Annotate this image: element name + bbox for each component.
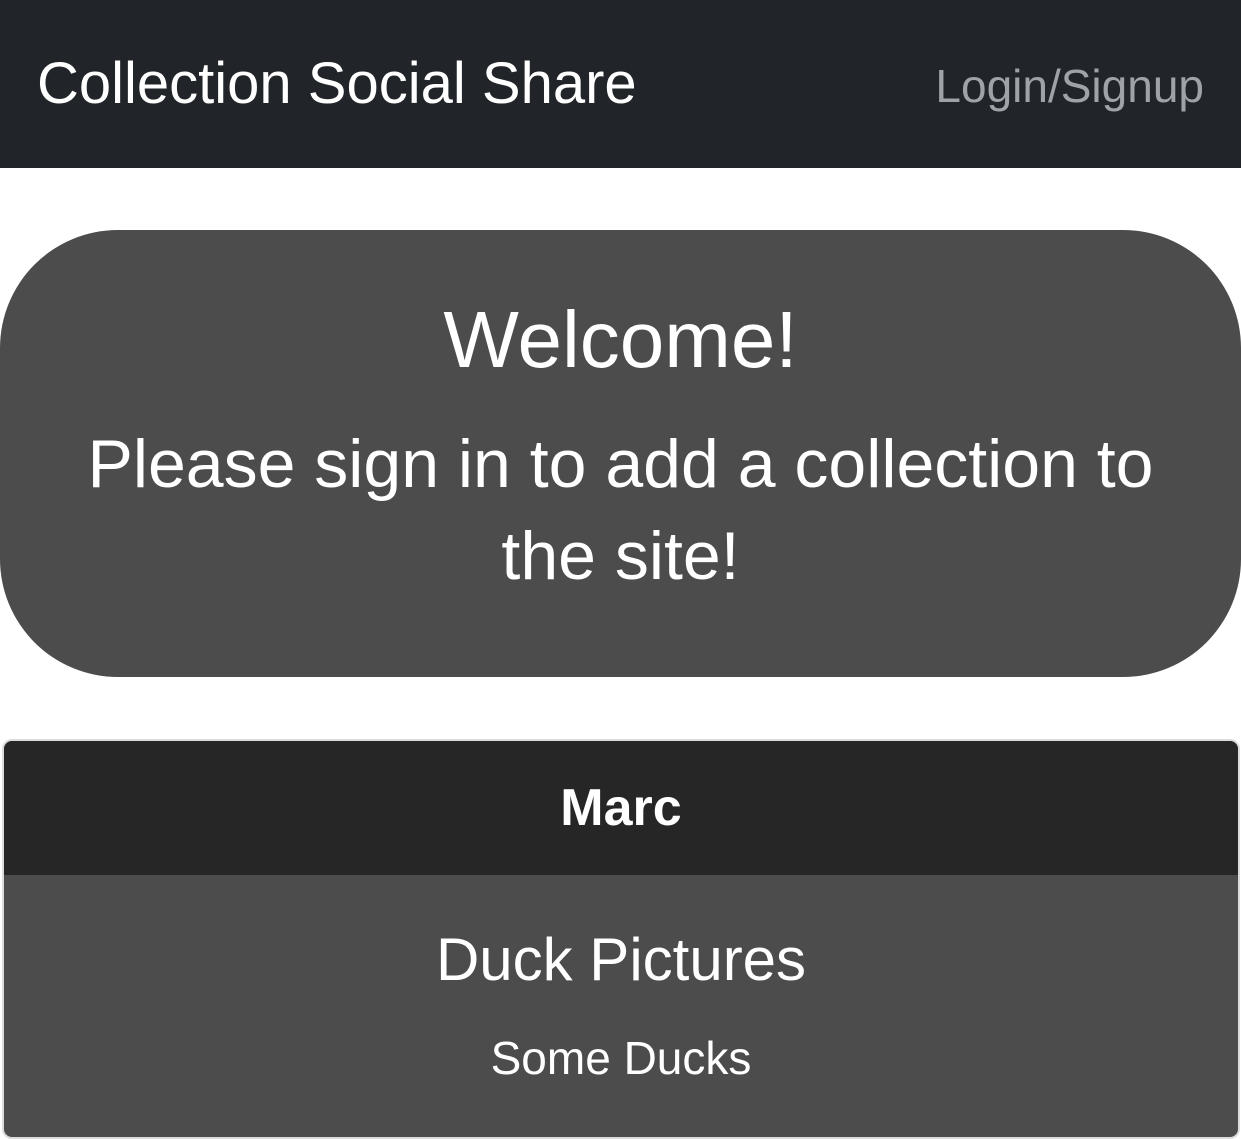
collection-title[interactable]: Duck Pictures <box>4 925 1238 995</box>
collection-description: Some Ducks <box>490 1032 752 1084</box>
welcome-banner: Welcome! Please sign in to add a collect… <box>0 230 1241 677</box>
login-signup-link[interactable]: Login/Signup <box>935 58 1204 114</box>
welcome-message: Please sign in to add a collection to th… <box>87 426 1154 594</box>
collection-card[interactable]: Marc Duck Pictures Some Ducks <box>2 739 1240 1139</box>
navbar: Collection Social Share Login/Signup <box>0 0 1241 168</box>
collection-owner: Marc <box>4 741 1238 875</box>
brand-link[interactable]: Collection Social Share <box>37 50 637 118</box>
welcome-heading: Welcome! <box>443 295 798 384</box>
